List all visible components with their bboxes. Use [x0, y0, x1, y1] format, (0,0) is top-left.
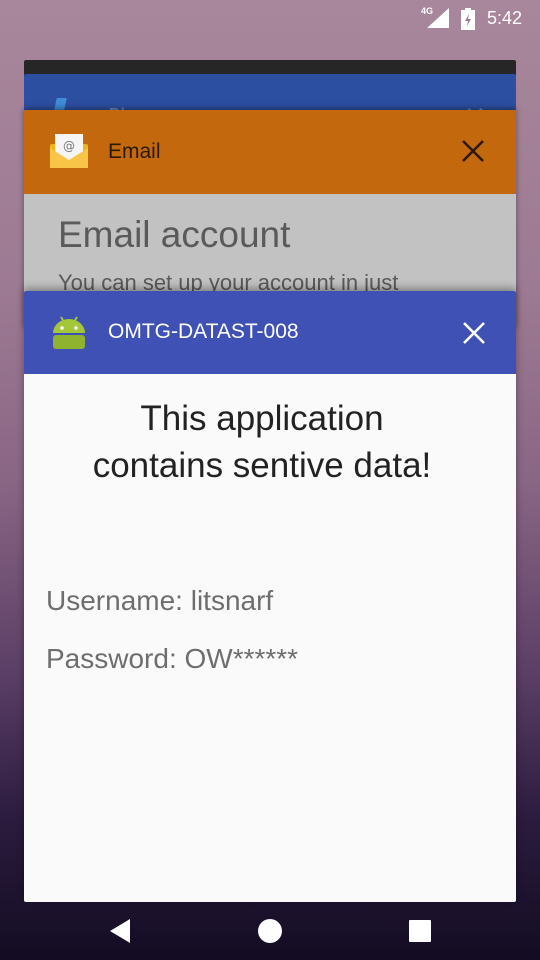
android-robot-icon [53, 316, 85, 349]
signal-icon [427, 8, 449, 28]
close-icon[interactable] [460, 138, 486, 164]
clock: 5:42 [487, 8, 523, 28]
battery-icon [461, 8, 475, 30]
svg-text:@: @ [63, 139, 75, 153]
back-icon[interactable] [102, 913, 138, 949]
email-account-heading: Email account [58, 214, 291, 255]
password-text: Password: OW****** [46, 643, 299, 674]
heading-line-1: This application [140, 399, 384, 438]
home-icon[interactable] [252, 913, 288, 949]
navigation-bar [0, 902, 540, 960]
omtg-card-header[interactable]: OMTG-DATAST-008 [24, 291, 516, 374]
heading-line-2: contains sentive data! [92, 446, 432, 485]
close-icon[interactable] [461, 320, 487, 346]
email-card-header[interactable]: @ Email [24, 110, 516, 194]
sensitive-data-heading: This application contains sentive data! [24, 395, 500, 489]
recents-icon[interactable] [402, 913, 438, 949]
email-envelope-icon: @ [50, 134, 88, 168]
email-card-title: Email [108, 140, 161, 163]
recent-card-omtg[interactable]: OMTG-DATAST-008 This application contain… [24, 291, 516, 902]
omtg-card-title: OMTG-DATAST-008 [108, 320, 299, 343]
status-bar: 4G 5:42 [0, 0, 540, 36]
username-text: Username: litsnarf [46, 585, 274, 616]
